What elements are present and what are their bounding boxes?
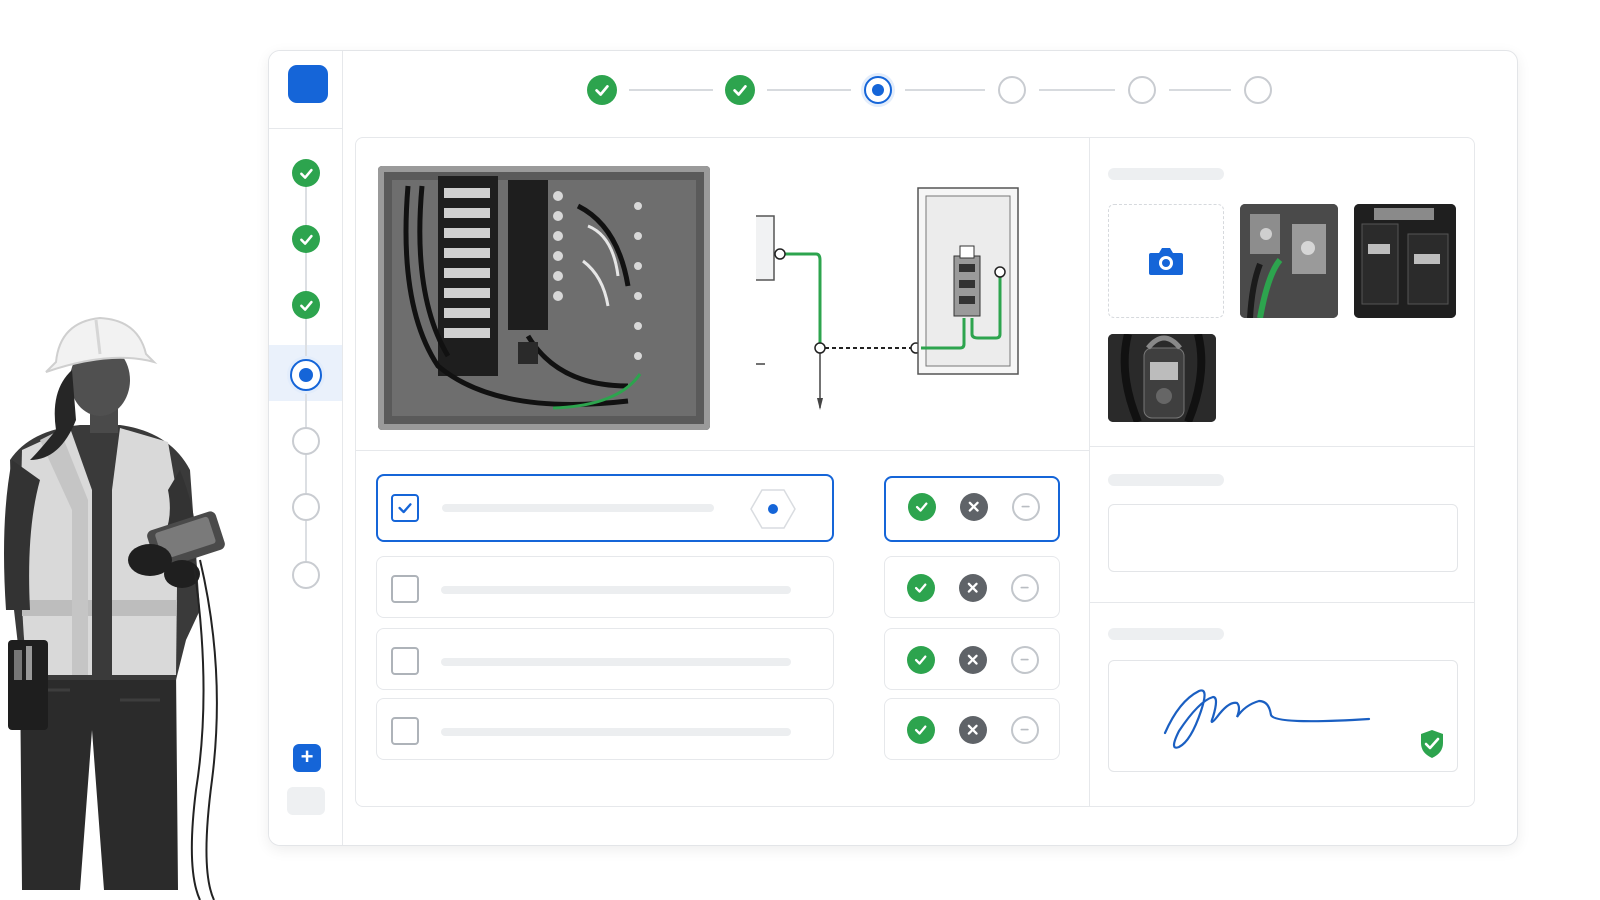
row-verdict-group	[884, 476, 1060, 542]
fail-icon[interactable]	[959, 646, 987, 674]
checklist-row[interactable]	[376, 698, 834, 760]
app-logo-icon[interactable]	[288, 65, 328, 103]
checklist-row[interactable]	[376, 474, 834, 542]
not-applicable-icon[interactable]	[1011, 574, 1039, 602]
stepper-step-todo[interactable]	[1128, 76, 1156, 104]
rail-step-done[interactable]	[292, 159, 320, 187]
row-text-skeleton	[441, 728, 791, 736]
row-text-skeleton	[441, 586, 791, 594]
inspection-app-window: +	[268, 50, 1518, 846]
row-text-skeleton	[441, 658, 791, 666]
stepper-connector	[905, 89, 985, 91]
breaker-closeup-thumbnail[interactable]	[1354, 204, 1456, 318]
progress-stepper	[587, 75, 1277, 107]
rail-step-done[interactable]	[292, 291, 320, 319]
stepper-step-current[interactable]	[864, 76, 892, 104]
not-applicable-icon[interactable]	[1011, 646, 1039, 674]
field-inspector-figure	[4, 316, 225, 900]
target-hex-icon[interactable]	[750, 486, 796, 532]
not-applicable-icon[interactable]	[1012, 493, 1040, 521]
row-verdict-group	[884, 698, 1060, 760]
checklist-row[interactable]	[376, 556, 834, 618]
stepper-connector	[767, 89, 851, 91]
checklist-row[interactable]	[376, 628, 834, 690]
clamp-meter-reading-thumbnail[interactable]	[1108, 334, 1216, 422]
camera-icon	[1149, 248, 1183, 275]
notes-field[interactable]	[1108, 504, 1458, 572]
row-verdict-group	[884, 628, 1060, 690]
stepper-connector	[629, 89, 713, 91]
signature-pad[interactable]	[1108, 660, 1458, 772]
fail-icon[interactable]	[960, 493, 988, 521]
section-divider	[1090, 446, 1475, 447]
row-checkbox[interactable]	[391, 494, 419, 522]
stepper-step-todo[interactable]	[998, 76, 1026, 104]
rail-step-todo[interactable]	[292, 493, 320, 521]
rail-step-current[interactable]	[290, 359, 322, 391]
row-checkbox[interactable]	[391, 647, 419, 675]
row-checkbox[interactable]	[391, 717, 419, 745]
row-checkbox[interactable]	[391, 575, 419, 603]
shield-check-icon	[1421, 730, 1443, 758]
stepper-step-done[interactable]	[587, 75, 617, 105]
stepper-step-done[interactable]	[725, 75, 755, 105]
photo-upload-tile[interactable]	[1108, 204, 1224, 318]
section-divider	[356, 450, 1089, 451]
pass-icon[interactable]	[907, 574, 935, 602]
pass-icon[interactable]	[907, 716, 935, 744]
signature-heading-skeleton	[1108, 628, 1224, 640]
column-divider	[1089, 138, 1090, 806]
rail-header	[269, 51, 343, 129]
photos-heading-skeleton	[1108, 168, 1224, 180]
pass-icon[interactable]	[907, 646, 935, 674]
checkmark-icon	[398, 503, 412, 514]
grounding-electrode-diagram	[756, 187, 1019, 410]
busbar-closeup-thumbnail[interactable]	[1240, 204, 1338, 318]
stepper-connector	[1039, 89, 1115, 91]
rail-step-done[interactable]	[292, 225, 320, 253]
stepper-connector	[1169, 89, 1231, 91]
row-verdict-group	[884, 556, 1060, 618]
not-applicable-icon[interactable]	[1011, 716, 1039, 744]
inspection-card	[355, 137, 1475, 807]
fail-icon[interactable]	[959, 716, 987, 744]
step-rail: +	[269, 51, 343, 845]
section-divider	[1090, 602, 1475, 603]
notes-heading-skeleton	[1108, 474, 1224, 486]
signature-stroke	[1163, 689, 1371, 749]
rail-step-todo[interactable]	[292, 561, 320, 589]
electrical-panel-photo[interactable]	[378, 166, 710, 430]
rail-step-todo[interactable]	[292, 427, 320, 455]
rail-placeholder-button[interactable]	[287, 787, 325, 815]
fail-icon[interactable]	[959, 574, 987, 602]
stepper-step-todo[interactable]	[1244, 76, 1272, 104]
row-text-skeleton	[442, 504, 714, 512]
pass-icon[interactable]	[908, 493, 936, 521]
add-step-button[interactable]: +	[293, 744, 321, 772]
